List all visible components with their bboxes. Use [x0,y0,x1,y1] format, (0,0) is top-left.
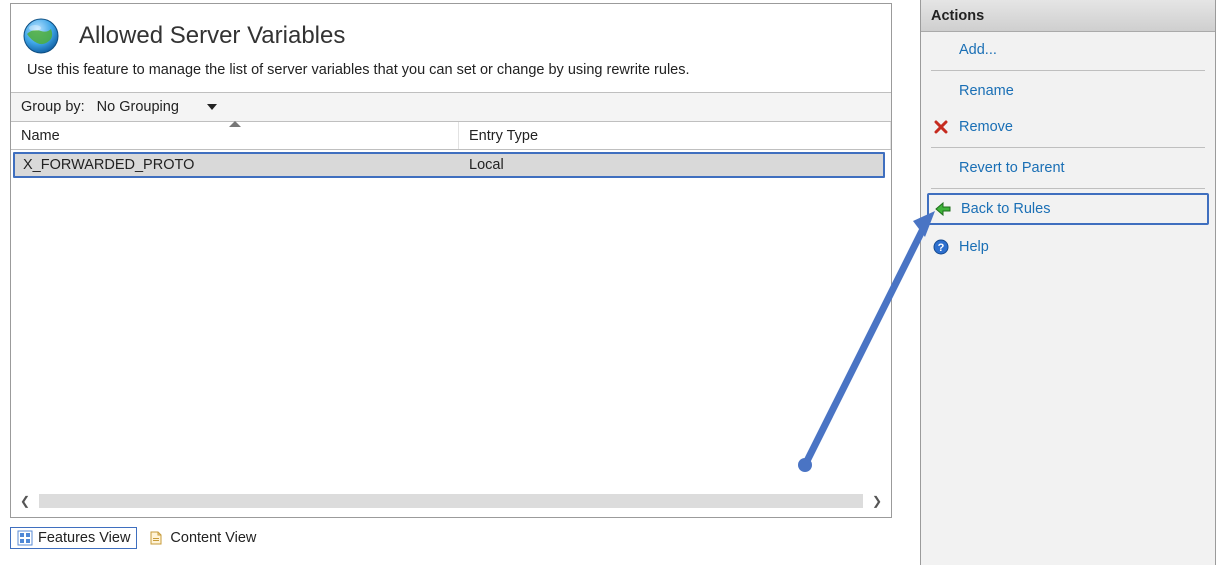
separator [931,147,1205,148]
action-help[interactable]: ? Help [921,229,1215,265]
action-remove-label: Remove [959,119,1013,135]
page-description: Use this feature to manage the list of s… [11,62,891,92]
actions-header: Actions [921,0,1215,32]
help-icon: ? [931,237,951,257]
group-by-label: Group by: [11,99,91,115]
scroll-track[interactable] [39,494,863,508]
page-title: Allowed Server Variables [79,22,345,50]
globe-icon [21,16,61,56]
scroll-right-icon[interactable]: ❯ [867,491,887,511]
table-body: X_FORWARDED_PROTO Local [11,152,891,430]
column-header-name[interactable]: Name [11,122,459,149]
features-view-icon [17,530,33,546]
blank-icon [931,158,951,178]
tab-content-view[interactable]: Content View [143,527,262,549]
table-row[interactable]: X_FORWARDED_PROTO Local [13,152,885,178]
action-back-to-rules[interactable]: Back to Rules [927,193,1209,225]
scroll-left-icon[interactable]: ❮ [15,491,35,511]
separator [931,70,1205,71]
content-view-icon [149,530,165,546]
chevron-down-icon [207,104,217,110]
title-row: Allowed Server Variables [11,4,891,62]
cell-name: X_FORWARDED_PROTO [15,157,461,173]
action-back-to-rules-label: Back to Rules [961,201,1050,217]
column-header-name-label: Name [21,128,60,144]
tab-features-view[interactable]: Features View [10,527,137,549]
column-headers: Name Entry Type [11,122,891,150]
blank-icon [931,81,951,101]
action-revert-label: Revert to Parent [959,160,1065,176]
svg-text:?: ? [938,242,945,254]
group-by-bar: Group by: No Grouping [11,92,891,122]
separator [931,188,1205,189]
group-by-select[interactable]: No Grouping [91,99,233,115]
horizontal-scrollbar[interactable]: ❮ ❯ [15,491,887,511]
action-revert-to-parent[interactable]: Revert to Parent [921,150,1215,186]
tab-features-view-label: Features View [38,530,130,546]
back-arrow-icon [933,199,953,219]
bottom-tabs: Features View Content View [10,527,262,549]
column-header-entry-type-label: Entry Type [469,128,538,144]
blank-icon [931,40,951,60]
column-header-entry-type[interactable]: Entry Type [459,122,891,149]
main-panel: Allowed Server Variables Use this featur… [10,3,892,518]
action-rename[interactable]: Rename [921,73,1215,109]
cell-entry-type: Local [461,157,883,173]
action-remove[interactable]: Remove [921,109,1215,145]
group-by-value: No Grouping [91,99,207,115]
action-add-label: Add... [959,42,997,58]
actions-panel: Actions Add... Rename Remove Revert to P… [920,0,1216,565]
tab-content-view-label: Content View [170,530,256,546]
action-add[interactable]: Add... [921,32,1215,68]
remove-icon [931,117,951,137]
action-rename-label: Rename [959,83,1014,99]
action-help-label: Help [959,239,989,255]
